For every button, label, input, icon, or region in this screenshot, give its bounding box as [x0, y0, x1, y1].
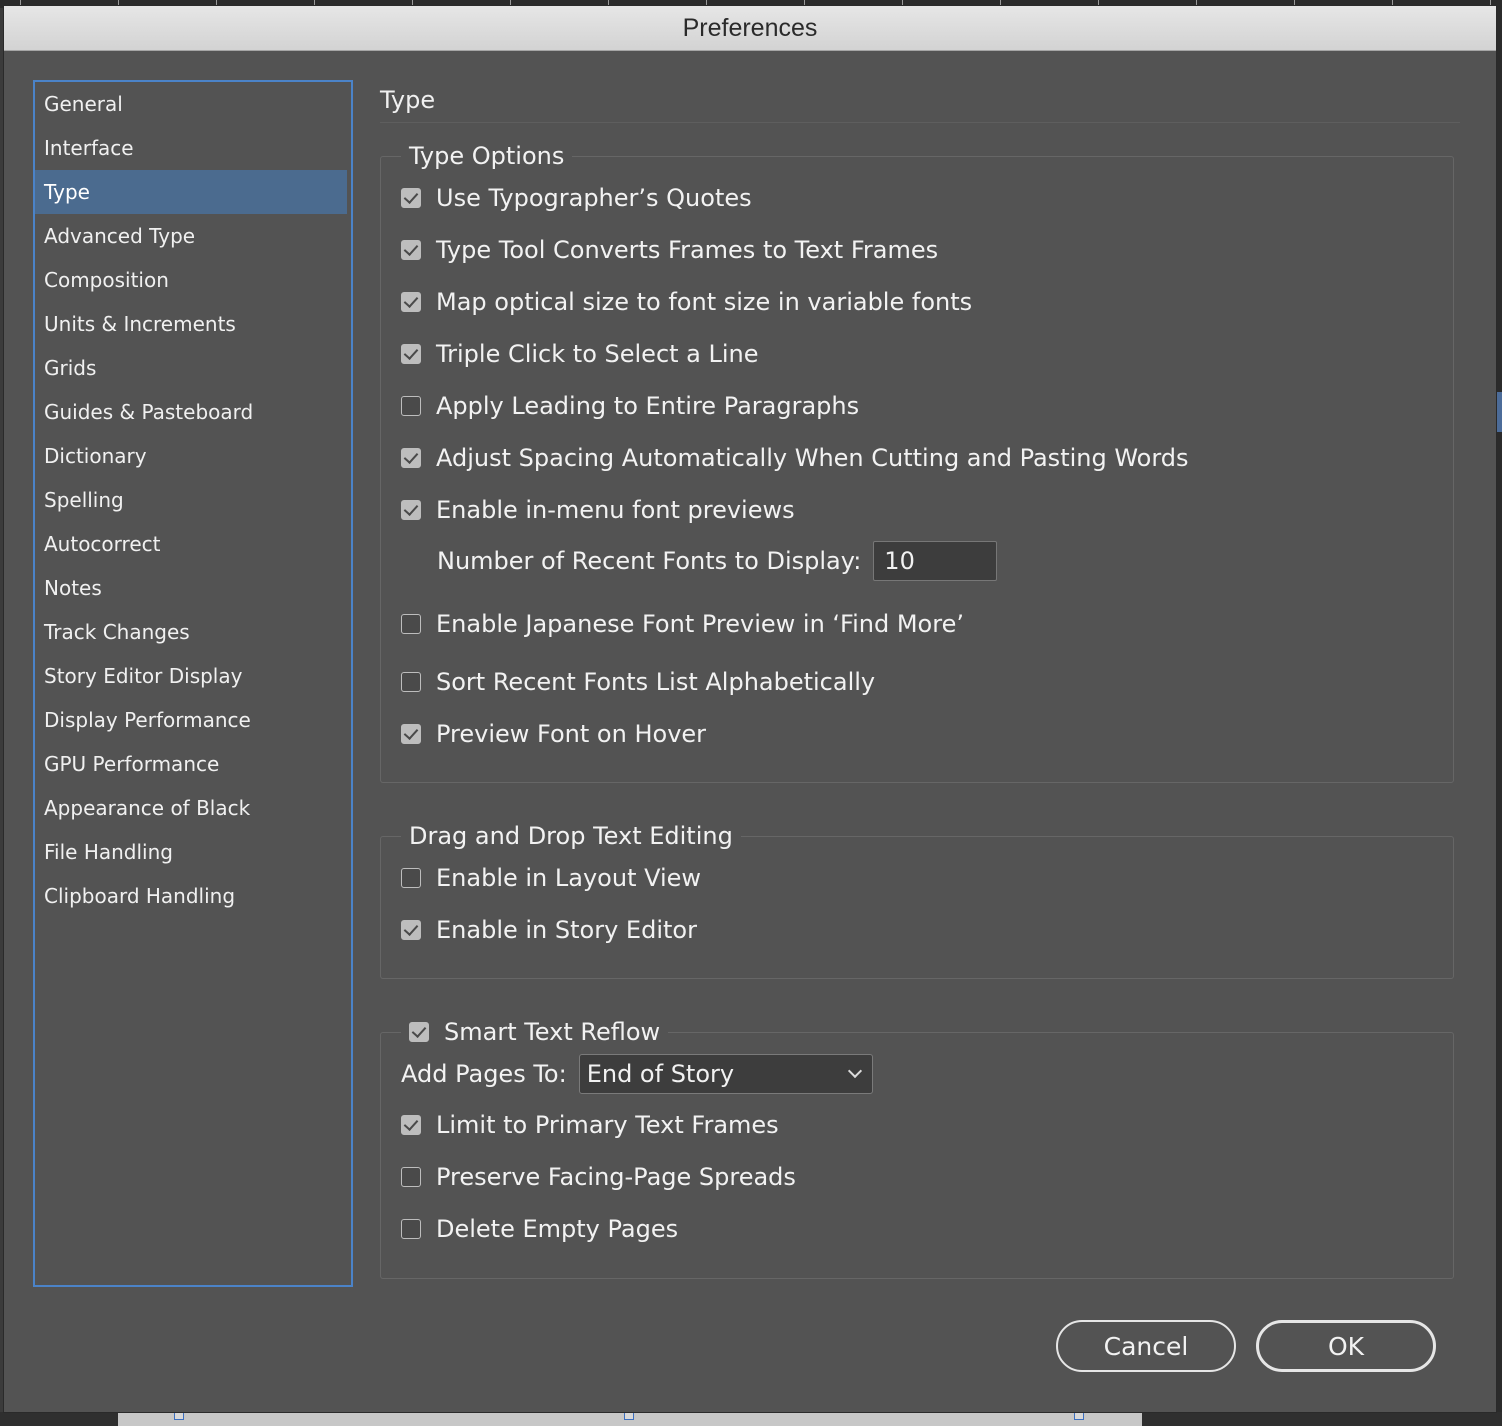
option-map-optical-size[interactable]: Map optical size to font size in variabl… — [401, 285, 972, 319]
add-pages-value: End of Story — [586, 1060, 735, 1088]
option-enable-story-editor[interactable]: Enable in Story Editor — [401, 913, 697, 947]
checkbox-icon[interactable] — [401, 500, 421, 520]
option-typographers-quotes[interactable]: Use Typographer’s Quotes — [401, 181, 752, 215]
type-options-title: Type Options — [401, 139, 573, 173]
cancel-button[interactable]: Cancel — [1056, 1320, 1236, 1372]
option-enable-layout-view[interactable]: Enable in Layout View — [401, 861, 701, 895]
window-title[interactable]: Preferences — [4, 6, 1496, 51]
option-in-menu-font-previews[interactable]: Enable in-menu font previews — [401, 493, 795, 527]
option-label: Enable in Layout View — [436, 864, 702, 892]
drag-drop-title: Drag and Drop Text Editing — [401, 819, 741, 853]
checkbox-icon[interactable] — [401, 188, 421, 208]
checkbox-icon[interactable] — [401, 396, 421, 416]
sidebar-item-type[interactable]: Type — [35, 170, 347, 214]
option-apply-leading[interactable]: Apply Leading to Entire Paragraphs — [401, 389, 859, 423]
selection-handle[interactable] — [1074, 1412, 1084, 1420]
selection-handle[interactable] — [174, 1412, 184, 1420]
add-pages-row: Add Pages To: End of Story — [401, 1053, 873, 1095]
sidebar-item-notes[interactable]: Notes — [35, 566, 347, 610]
option-preview-font-on-hover[interactable]: Preview Font on Hover — [401, 717, 706, 751]
app-edge — [1496, 0, 1502, 1426]
recent-fonts-label: Number of Recent Fonts to Display: — [437, 547, 862, 575]
checkbox-icon[interactable] — [401, 344, 421, 364]
option-label: Map optical size to font size in variabl… — [436, 288, 973, 316]
sidebar-item-clipboard-handling[interactable]: Clipboard Handling — [35, 874, 347, 918]
option-label: Enable in-menu font previews — [436, 496, 795, 524]
type-options-group: Type Options Use Typographer’s Quotes Ty… — [380, 139, 1454, 783]
checkbox-icon[interactable] — [401, 1115, 421, 1135]
selection-handle[interactable] — [624, 1412, 634, 1420]
sidebar-item-interface[interactable]: Interface — [35, 126, 347, 170]
option-label: Apply Leading to Entire Paragraphs — [436, 392, 860, 420]
sidebar-item-file-handling[interactable]: File Handling — [35, 830, 347, 874]
option-label: Sort Recent Fonts List Alphabetically — [436, 668, 876, 696]
checkbox-icon[interactable] — [401, 1167, 421, 1187]
drag-drop-group: Drag and Drop Text Editing Enable in Lay… — [380, 819, 1454, 979]
sidebar-item-appearance-of-black[interactable]: Appearance of Black — [35, 786, 347, 830]
recent-fonts-count-input[interactable] — [873, 541, 998, 581]
divider — [380, 122, 1460, 123]
smart-text-reflow-toggle[interactable]: Smart Text Reflow — [401, 1015, 669, 1049]
sidebar-item-grids[interactable]: Grids — [35, 346, 347, 390]
checkbox-icon[interactable] — [409, 1022, 429, 1042]
option-triple-click-select-line[interactable]: Triple Click to Select a Line — [401, 337, 759, 371]
checkbox-icon[interactable] — [401, 240, 421, 260]
option-type-tool-converts-frames[interactable]: Type Tool Converts Frames to Text Frames — [401, 233, 938, 267]
sidebar-item-display-performance[interactable]: Display Performance — [35, 698, 347, 742]
smart-text-reflow-title: Smart Text Reflow — [444, 1018, 661, 1046]
checkbox-icon[interactable] — [401, 920, 421, 940]
option-label: Delete Empty Pages — [436, 1215, 679, 1243]
option-label: Type Tool Converts Frames to Text Frames — [436, 236, 939, 264]
document-page-edge — [0, 1412, 1502, 1426]
option-japanese-font-preview[interactable]: Enable Japanese Font Preview in ‘Find Mo… — [401, 607, 964, 641]
add-pages-select[interactable]: End of Story — [578, 1054, 873, 1094]
sidebar-item-units-increments[interactable]: Units & Increments — [35, 302, 347, 346]
app-edge-highlight — [1496, 392, 1502, 432]
chevron-down-icon — [847, 1063, 862, 1079]
option-label: Limit to Primary Text Frames — [436, 1111, 779, 1139]
sidebar-item-track-changes[interactable]: Track Changes — [35, 610, 347, 654]
page — [118, 1412, 1142, 1426]
checkbox-icon[interactable] — [401, 448, 421, 468]
sidebar-item-dictionary[interactable]: Dictionary — [35, 434, 347, 478]
option-label: Enable in Story Editor — [436, 916, 697, 944]
checkbox-icon[interactable] — [401, 1219, 421, 1239]
option-label: Preserve Facing-Page Spreads — [436, 1163, 796, 1191]
panel-title: Type — [380, 86, 436, 114]
sidebar-item-story-editor-display[interactable]: Story Editor Display — [35, 654, 347, 698]
option-label: Preview Font on Hover — [436, 720, 707, 748]
sidebar-item-gpu-performance[interactable]: GPU Performance — [35, 742, 347, 786]
ok-button[interactable]: OK — [1256, 1320, 1436, 1372]
sidebar-item-composition[interactable]: Composition — [35, 258, 347, 302]
smart-text-reflow-group: Smart Text Reflow Add Pages To: End of S… — [380, 1015, 1454, 1279]
option-sort-recent-fonts[interactable]: Sort Recent Fonts List Alphabetically — [401, 665, 875, 699]
checkbox-icon[interactable] — [401, 672, 421, 692]
sidebar-item-spelling[interactable]: Spelling — [35, 478, 347, 522]
option-label: Use Typographer’s Quotes — [436, 184, 752, 212]
option-delete-empty-pages[interactable]: Delete Empty Pages — [401, 1212, 678, 1246]
option-label: Triple Click to Select a Line — [436, 340, 759, 368]
option-label: Enable Japanese Font Preview in ‘Find Mo… — [436, 610, 964, 638]
sidebar-item-advanced-type[interactable]: Advanced Type — [35, 214, 347, 258]
preferences-dialog: Preferences General Interface Type Advan… — [4, 6, 1496, 1412]
checkbox-icon[interactable] — [401, 292, 421, 312]
sidebar-item-guides-pasteboard[interactable]: Guides & Pasteboard — [35, 390, 347, 434]
checkbox-icon[interactable] — [401, 724, 421, 744]
preferences-category-list[interactable]: General Interface Type Advanced Type Com… — [33, 80, 353, 1287]
checkbox-icon[interactable] — [401, 868, 421, 888]
checkbox-icon[interactable] — [401, 614, 421, 634]
sidebar-item-general[interactable]: General — [35, 82, 347, 126]
option-adjust-spacing[interactable]: Adjust Spacing Automatically When Cuttin… — [401, 441, 1189, 475]
recent-fonts-row: Number of Recent Fonts to Display: — [437, 541, 998, 581]
add-pages-label: Add Pages To: — [401, 1060, 567, 1088]
option-limit-primary-text-frames[interactable]: Limit to Primary Text Frames — [401, 1108, 779, 1142]
option-label: Adjust Spacing Automatically When Cuttin… — [436, 444, 1189, 472]
option-preserve-facing-page-spreads[interactable]: Preserve Facing-Page Spreads — [401, 1160, 796, 1194]
sidebar-item-autocorrect[interactable]: Autocorrect — [35, 522, 347, 566]
